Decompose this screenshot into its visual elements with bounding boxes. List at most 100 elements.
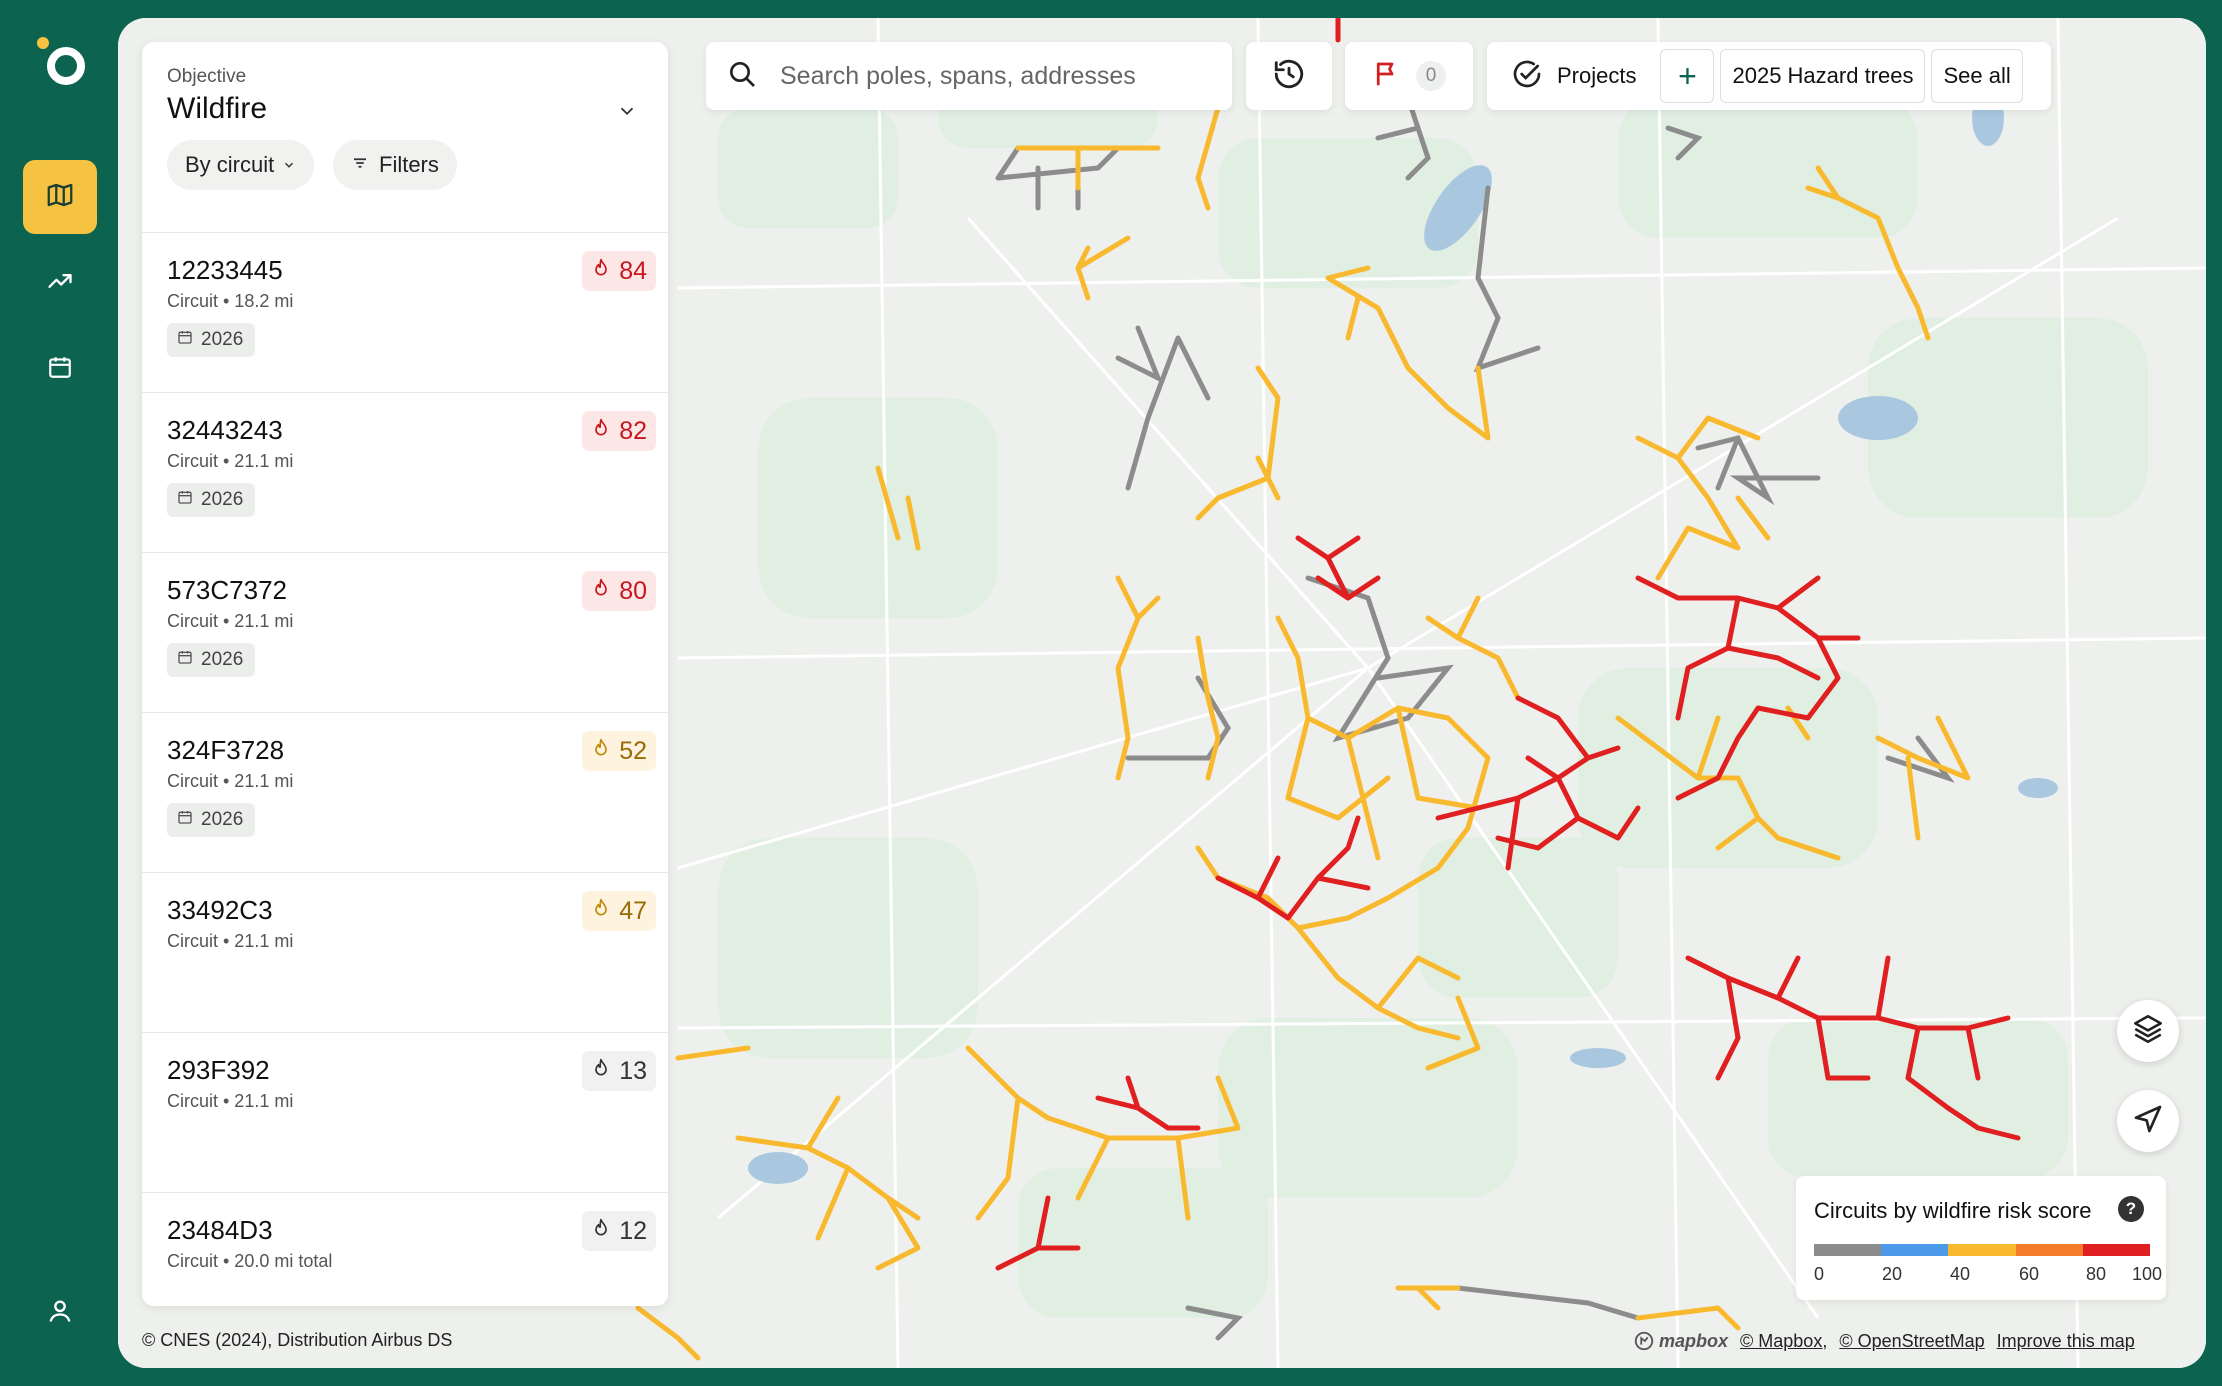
circuit-row[interactable]: 293F392 Circuit • 21.1 mi 13 bbox=[142, 1032, 668, 1192]
legend-title: Circuits by wildfire risk score bbox=[1814, 1198, 2092, 1223]
circuit-id: 23484D3 bbox=[167, 1215, 273, 1245]
mapbox-logo[interactable]: mapbox bbox=[1633, 1330, 1728, 1352]
legend-tick: 100 bbox=[2132, 1264, 2163, 1284]
circuit-subtitle: Circuit • 20.0 mi total bbox=[167, 1251, 333, 1271]
project-chip[interactable]: 2025 Hazard trees bbox=[1720, 49, 1926, 103]
group-by-dropdown[interactable]: By circuit bbox=[167, 140, 315, 190]
main-frame: Objective Wildfire By circuit Filters 12… bbox=[118, 18, 2206, 1368]
risk-score: 80 bbox=[619, 576, 647, 605]
filters-button[interactable]: Filters bbox=[333, 140, 457, 190]
circuit-list-panel: Objective Wildfire By circuit Filters 12… bbox=[142, 42, 668, 1306]
flag-count: 0 bbox=[1416, 61, 1446, 91]
circuit-id: 324F3728 bbox=[167, 735, 285, 765]
risk-score: 82 bbox=[619, 416, 647, 445]
circuit-id: 293F392 bbox=[167, 1055, 270, 1085]
circuit-row[interactable]: 573C7372 Circuit • 21.1 mi 80 2026 bbox=[142, 552, 668, 712]
risk-score-badge: 82 bbox=[582, 411, 656, 451]
improve-map-link[interactable]: Improve this map bbox=[1997, 1331, 2135, 1352]
year-tag: 2026 bbox=[167, 323, 256, 357]
chevron-down-icon bbox=[282, 152, 296, 178]
year-tag: 2026 bbox=[167, 483, 256, 517]
year-label: 2026 bbox=[201, 489, 244, 510]
year-label: 2026 bbox=[201, 649, 244, 670]
objective-label: Objective bbox=[167, 66, 247, 87]
group-by-label: By circuit bbox=[185, 152, 275, 177]
circuit-subtitle: Circuit • 18.2 mi bbox=[167, 291, 294, 311]
circuit-row[interactable]: 23484D3 Circuit • 20.0 mi total 12 bbox=[142, 1192, 668, 1306]
layers-icon bbox=[2131, 1012, 2165, 1051]
search-icon bbox=[726, 58, 758, 95]
calendar-icon bbox=[177, 489, 193, 511]
circuit-row[interactable]: 324F3728 Circuit • 21.1 mi 52 2026 bbox=[142, 712, 668, 872]
circuit-row[interactable]: 12233445 Circuit • 18.2 mi 84 2026 bbox=[142, 232, 668, 392]
circuit-subtitle: Circuit • 21.1 mi bbox=[167, 931, 294, 951]
circuit-id: 573C7372 bbox=[167, 575, 287, 605]
legend-color-segment bbox=[2082, 1244, 2151, 1256]
user-icon bbox=[46, 1297, 74, 1330]
risk-score-badge: 47 bbox=[582, 891, 656, 931]
risk-score-badge: 80 bbox=[582, 571, 656, 611]
projects-label[interactable]: Projects bbox=[1557, 63, 1636, 89]
panel-header: Objective Wildfire By circuit Filters bbox=[142, 42, 668, 232]
legend-tick: 40 bbox=[1950, 1264, 1971, 1284]
risk-score-badge: 84 bbox=[582, 251, 656, 291]
history-icon bbox=[1272, 57, 1306, 96]
nav-trends[interactable] bbox=[23, 246, 97, 320]
add-project-button[interactable]: + bbox=[1660, 49, 1715, 103]
nav-map[interactable] bbox=[23, 160, 97, 234]
osm-link[interactable]: © OpenStreetMap bbox=[1839, 1331, 1984, 1352]
flame-icon bbox=[591, 257, 611, 286]
legend-color-scale bbox=[1814, 1244, 2151, 1256]
company-logo[interactable] bbox=[34, 34, 90, 90]
circuit-id: 12233445 bbox=[167, 255, 283, 285]
layers-button[interactable] bbox=[2117, 1000, 2179, 1062]
legend-color-segment bbox=[1881, 1244, 1949, 1256]
flame-icon bbox=[591, 1057, 611, 1086]
calendar-icon bbox=[177, 649, 193, 671]
legend-tick: 20 bbox=[1882, 1264, 1903, 1284]
risk-score: 47 bbox=[619, 896, 647, 925]
history-button[interactable] bbox=[1246, 42, 1332, 110]
risk-score: 12 bbox=[619, 1216, 647, 1245]
objective-value[interactable]: Wildfire bbox=[167, 92, 267, 126]
circuit-row[interactable]: 32443243 Circuit • 21.1 mi 82 2026 bbox=[142, 392, 668, 552]
year-tag: 2026 bbox=[167, 803, 256, 837]
circuit-id: 33492C3 bbox=[167, 895, 273, 925]
filters-label: Filters bbox=[379, 152, 439, 177]
legend-tick: 60 bbox=[2019, 1264, 2040, 1284]
calendar-icon bbox=[47, 354, 73, 385]
flags-button[interactable]: 0 bbox=[1345, 42, 1473, 110]
mapbox-link[interactable]: © Mapbox, bbox=[1740, 1331, 1827, 1352]
locate-button[interactable] bbox=[2117, 1090, 2179, 1152]
risk-score: 84 bbox=[619, 256, 647, 285]
flame-icon bbox=[591, 417, 611, 446]
map-icon bbox=[45, 180, 75, 215]
circuit-row[interactable]: 33492C3 Circuit • 21.1 mi 47 bbox=[142, 872, 668, 1032]
risk-score: 52 bbox=[619, 736, 647, 765]
see-all-button[interactable]: See all bbox=[1931, 49, 2023, 103]
objective-dropdown[interactable] bbox=[616, 100, 638, 127]
circuit-id: 32443243 bbox=[167, 415, 283, 445]
circuit-subtitle: Circuit • 21.1 mi bbox=[167, 451, 294, 471]
check-circle-icon bbox=[1511, 58, 1543, 95]
search-bar[interactable]: Search poles, spans, addresses bbox=[706, 42, 1232, 110]
legend-color-segment bbox=[1948, 1244, 2016, 1256]
calendar-icon bbox=[177, 809, 193, 831]
side-rail bbox=[0, 0, 118, 1386]
nav-calendar[interactable] bbox=[23, 332, 97, 406]
calendar-icon bbox=[177, 329, 193, 351]
chevron-down-icon bbox=[616, 107, 638, 126]
circuit-subtitle: Circuit • 21.1 mi bbox=[167, 1091, 294, 1111]
navigation-arrow-icon bbox=[2132, 1103, 2164, 1140]
flame-icon bbox=[591, 1217, 611, 1246]
risk-score-badge: 12 bbox=[582, 1211, 656, 1251]
imagery-attribution: © CNES (2024), Distribution Airbus DS bbox=[142, 1330, 453, 1350]
search-input[interactable]: Search poles, spans, addresses bbox=[780, 62, 1136, 91]
help-icon[interactable]: ? bbox=[2118, 1196, 2144, 1222]
map-attribution: mapbox © Mapbox, © OpenStreetMap Improve… bbox=[1633, 1330, 2135, 1352]
year-label: 2026 bbox=[201, 809, 244, 830]
nav-profile[interactable] bbox=[23, 1276, 97, 1350]
circuit-subtitle: Circuit • 21.1 mi bbox=[167, 771, 294, 791]
flame-icon bbox=[591, 897, 611, 926]
risk-score: 13 bbox=[619, 1056, 647, 1085]
